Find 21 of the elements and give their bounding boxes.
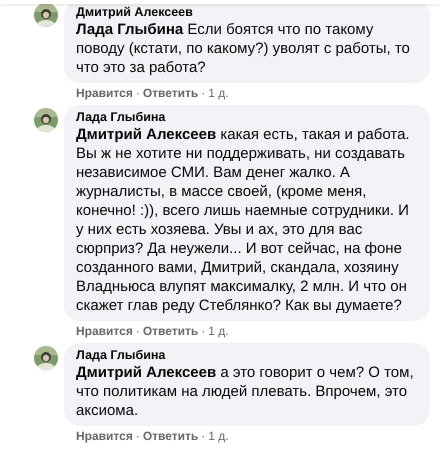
reply-link[interactable]: Ответить	[142, 324, 198, 338]
like-link[interactable]: Нравится	[76, 429, 133, 443]
like-link[interactable]: Нравится	[76, 86, 133, 100]
separator: ·	[136, 86, 140, 100]
timestamp[interactable]: 1 д.	[208, 429, 229, 443]
comment-text: Дмитрий Алексеев какая есть, такая и работа. Вы ж не хотите ни поддерживать, ни создавать независимое СМИ. Вам денег жалко. А журналисты, в массе своей, (кроме меня, конечно! :)), всего лишь наемные сотрудники. И у них есть хозяева. Увы и ах, это для вас сюрприз? Да неужели... И вот сейчас, на фоне созданного вами, Дмитрий, скандала, хозяину Владньюса влупят максималку, 2 млн. И что он скажет глав реду Стеблянко? Как вы думаете?	[76, 125, 411, 315]
reply-link[interactable]: Ответить	[142, 86, 198, 100]
separator: ·	[136, 429, 140, 443]
timestamp[interactable]: 1 д.	[208, 86, 229, 100]
timestamp[interactable]: 1 д.	[208, 324, 229, 338]
separator: ·	[201, 86, 206, 100]
author-name[interactable]: Лада Глыбина	[76, 347, 418, 363]
separator: ·	[201, 429, 206, 443]
comment-text: Дмитрий Алексеев а это говорит о чем? О том, что политикам на людей плевать. Впрочем, это аксиома.	[76, 363, 415, 420]
separator: ·	[136, 324, 140, 338]
author-name[interactable]: Дмитрий Алексеев	[76, 4, 418, 20]
separator: ·	[201, 324, 206, 338]
comment-text: Лада Глыбина Если боятся что по такому поводу (кстати, по какому?) уволят с работы, то что это за работа?	[76, 20, 411, 77]
like-link[interactable]: Нравится	[76, 324, 133, 338]
reply-link[interactable]: Ответить	[142, 429, 198, 443]
author-name[interactable]: Лада Глыбина	[76, 109, 418, 125]
